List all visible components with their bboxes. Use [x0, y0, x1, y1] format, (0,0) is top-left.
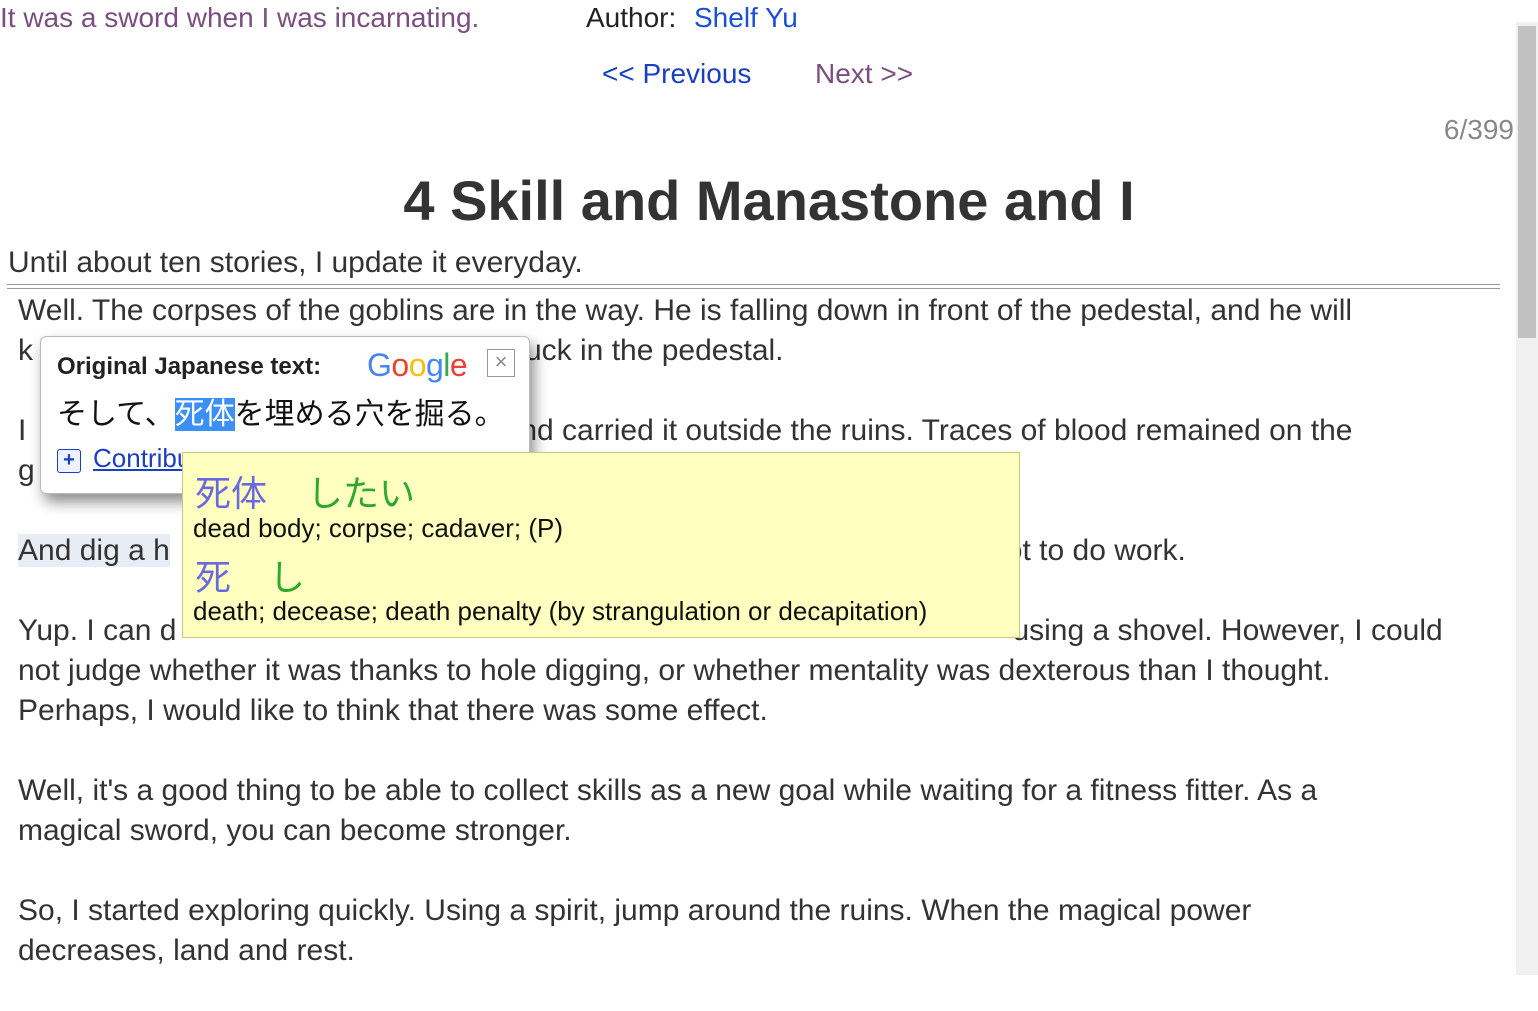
dictionary-definition: dead body; corpse; cadaver; (P) [193, 513, 563, 543]
paragraph-text: uck in the pedestal. [525, 334, 784, 367]
paragraph-text: g [18, 454, 35, 487]
google-logo-letter: o [408, 347, 427, 383]
next-chapter-link[interactable]: Next >> [815, 58, 913, 90]
paragraph-text: I [18, 414, 27, 447]
chapter-title: 4 Skill and Manastone and I [403, 169, 1135, 232]
paragraph-text: k [18, 334, 33, 367]
contribute-translation-link[interactable]: Contribu [93, 443, 191, 474]
dictionary-reading: したい [307, 473, 416, 514]
divider-bottom [7, 288, 1500, 289]
paragraph-text: Perhaps, I would like to think that ther… [18, 694, 768, 727]
series-title-link[interactable]: It was a sword when I was incarnating. [0, 2, 479, 34]
original-text-heading: Original Japanese text: [57, 353, 322, 380]
google-logo-letter: l [443, 347, 450, 383]
google-logo-letter: o [391, 347, 409, 383]
google-logo-letter: g [425, 347, 444, 383]
paragraph-6: So, I started exploring quickly. Using a… [18, 891, 1508, 971]
original-japanese-text: そして、死体を埋める穴を掘る。 [57, 389, 505, 433]
google-logo-letter: G [367, 347, 392, 383]
google-logo: Google [367, 347, 468, 384]
paragraph-text: using a shovel. However, I could [1012, 614, 1443, 647]
dictionary-reading: し [269, 557, 306, 598]
divider-top [7, 284, 1500, 285]
dictionary-word: 死 [195, 557, 232, 598]
paragraph-text: nd carried it outside the ruins. Traces … [520, 414, 1353, 447]
author-link[interactable]: Shelf Yu [694, 2, 798, 34]
author-label: Author: [586, 2, 677, 33]
dictionary-word: 死体 [195, 473, 268, 514]
dictionary-popup: 死体 したい dead body; corpse; cadaver; (P) 死… [182, 452, 1020, 638]
scrollbar-thumb[interactable] [1518, 26, 1536, 338]
selected-word: 死体 [174, 398, 235, 431]
close-icon[interactable]: × [487, 349, 515, 377]
chapter-preface: Until about ten stories, I update it eve… [8, 246, 583, 279]
highlighted-sentence: And dig a h [18, 534, 170, 567]
paragraph-text: Yup. I can d [18, 614, 177, 647]
paragraph-text: Well. The corpses of the goblins are in … [18, 294, 1353, 327]
paragraph-text: So, I started exploring quickly. Using a… [18, 894, 1252, 927]
paragraph-text: ot to do work. [1005, 534, 1186, 567]
page-counter: 6/399 [1443, 114, 1514, 145]
dictionary-definition: death; decease; death penalty (by strang… [193, 596, 928, 626]
original-text-before: そして、 [57, 398, 175, 431]
original-text-after: を埋める穴を掘る。 [234, 398, 505, 431]
paragraph-text: Well, it's a good thing to be able to co… [18, 774, 1318, 807]
paragraph-text: not judge whether it was thanks to hole … [18, 654, 1331, 687]
plus-icon[interactable]: + [57, 449, 81, 473]
previous-chapter-link[interactable]: << Previous [602, 58, 751, 90]
paragraph-text: decreases, land and rest. [18, 934, 355, 967]
google-logo-letter: e [449, 347, 468, 383]
paragraph-text: magical sword, you can become stronger. [18, 814, 572, 847]
paragraph-5: Well, it's a good thing to be able to co… [18, 771, 1508, 851]
